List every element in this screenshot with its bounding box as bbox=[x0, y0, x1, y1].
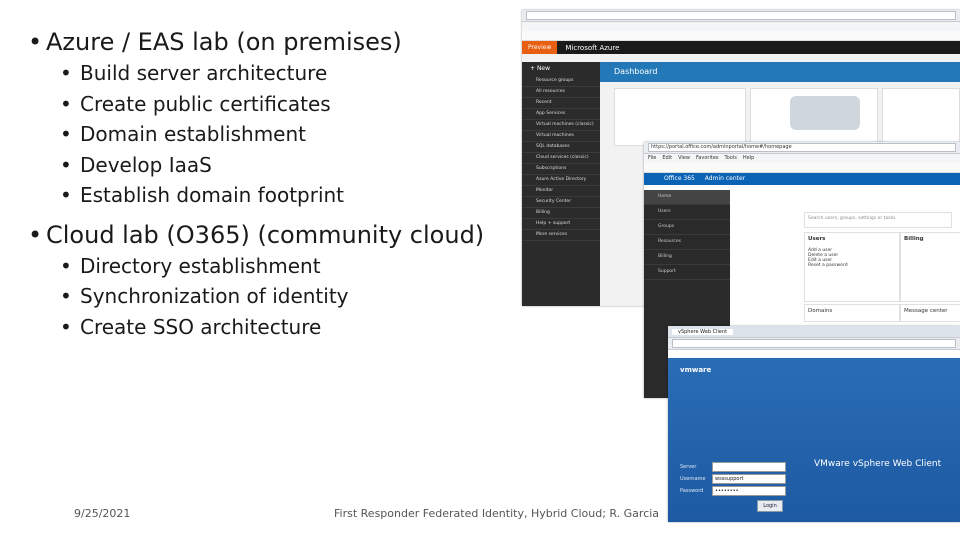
cloud-sublist: • Directory establishment • Synchronizatio… bbox=[28, 251, 508, 343]
menu-view[interactable]: View bbox=[678, 154, 690, 163]
azure-new-button[interactable]: + New bbox=[522, 62, 608, 76]
vsphere-screenshot: vSphere Web Client vmware Server Usernam… bbox=[668, 326, 960, 522]
azure-brand: Microsoft Azure bbox=[565, 43, 620, 52]
reset-password-link[interactable]: Reset a password bbox=[808, 263, 896, 268]
azure-nav-item[interactable]: Cloud services (classic) bbox=[522, 153, 600, 164]
o365-topbar: Office 365 Admin center bbox=[644, 173, 960, 185]
menu-edit[interactable]: Edit bbox=[662, 154, 672, 163]
vsphere-server-field[interactable] bbox=[712, 462, 786, 472]
azure-sidebar: Resource groups All resources Recent App… bbox=[522, 76, 600, 306]
vsphere-password-field[interactable]: •••••••• bbox=[712, 486, 786, 496]
slide-bullets: • Azure / EAS lab (on premises) • Build se… bbox=[28, 26, 508, 342]
azure-nav-item[interactable]: Billing bbox=[522, 208, 600, 219]
azure-tile bbox=[882, 88, 960, 146]
azure-nav-item[interactable]: Virtual machines bbox=[522, 131, 600, 142]
sub-item: Synchronization of identity bbox=[80, 284, 349, 308]
slide-footer: First Responder Federated Identity, Hybr… bbox=[334, 507, 660, 520]
vsphere-address-bar[interactable] bbox=[672, 339, 956, 348]
vsphere-tab[interactable]: vSphere Web Client bbox=[672, 328, 734, 335]
vsphere-username-field[interactable]: wsssupport bbox=[712, 474, 786, 484]
azure-nav-item[interactable]: Help + support bbox=[522, 219, 600, 230]
o365-nav-item[interactable]: Groups bbox=[644, 220, 730, 235]
sub-item: Create SSO architecture bbox=[80, 314, 322, 339]
vmware-logo: vmware bbox=[680, 366, 712, 374]
o365-address-bar[interactable]: https://portal.office.com/adminportal/ho… bbox=[648, 143, 956, 152]
o365-domains-card: Domains bbox=[804, 304, 900, 322]
o365-nav-item[interactable]: Resources bbox=[644, 235, 730, 250]
azure-nav-item[interactable]: Security Center bbox=[522, 197, 600, 208]
o365-nav-item[interactable]: Users bbox=[644, 205, 730, 220]
azure-nav-item[interactable]: App Services bbox=[522, 109, 600, 120]
o365-nav-home[interactable]: Home bbox=[644, 190, 730, 205]
azure-dashboard-header: Dashboard bbox=[600, 62, 960, 82]
menu-tools[interactable]: Tools bbox=[725, 154, 737, 163]
vsphere-title: VMware vSphere Web Client bbox=[814, 459, 942, 469]
azure-nav-item[interactable]: Azure Active Directory bbox=[522, 175, 600, 186]
azure-topbar: Preview Microsoft Azure bbox=[522, 41, 960, 54]
menu-file[interactable]: File bbox=[648, 154, 656, 163]
azure-nav-item[interactable]: Recent bbox=[522, 98, 600, 109]
sub-item: Build server architecture bbox=[80, 61, 328, 85]
sub-item: Develop IaaS bbox=[80, 152, 212, 177]
azure-nav-item[interactable]: Resource groups bbox=[522, 76, 600, 87]
menu-help[interactable]: Help bbox=[743, 154, 754, 163]
azure-nav-item[interactable]: More services bbox=[522, 230, 600, 241]
o365-search-input[interactable]: Search users, groups, settings or tasks bbox=[804, 212, 952, 228]
vsphere-login-button[interactable]: Login bbox=[757, 500, 783, 512]
sub-item: Create public certificates bbox=[80, 91, 331, 116]
bullet-azure: • Azure / EAS lab (on premises) bbox=[28, 28, 402, 56]
azure-nav-item[interactable]: Subscriptions bbox=[522, 164, 600, 175]
sub-item: Domain establishment bbox=[80, 122, 306, 146]
menu-favorites[interactable]: Favorites bbox=[696, 154, 719, 163]
o365-menu-bar: File Edit View Favorites Tools Help bbox=[644, 154, 960, 163]
o365-users-card: Users Add a user Delete a user Edit a us… bbox=[804, 232, 900, 302]
azure-tile bbox=[614, 88, 746, 146]
world-map-icon bbox=[790, 96, 860, 130]
o365-billing-card: Billing bbox=[900, 232, 960, 302]
o365-nav-item[interactable]: Billing bbox=[644, 250, 730, 265]
sub-item: Establish domain footprint bbox=[80, 183, 345, 207]
azure-nav-item[interactable]: SQL databases bbox=[522, 142, 600, 153]
azure-nav-item[interactable]: Virtual machines (classic) bbox=[522, 120, 600, 131]
azure-sublist: • Build server architecture • Create publi… bbox=[28, 58, 508, 211]
slide-date: 9/25/2021 bbox=[74, 507, 131, 520]
azure-nav-item[interactable]: All resources bbox=[522, 87, 600, 98]
sub-item: Directory establishment bbox=[80, 253, 321, 278]
bullet-cloud: • Cloud lab (O365) (community cloud) bbox=[28, 220, 485, 249]
o365-nav-item[interactable]: Support bbox=[644, 265, 730, 280]
o365-message-center-card: Message center bbox=[900, 304, 960, 322]
azure-nav-item[interactable]: Monitor bbox=[522, 186, 600, 197]
